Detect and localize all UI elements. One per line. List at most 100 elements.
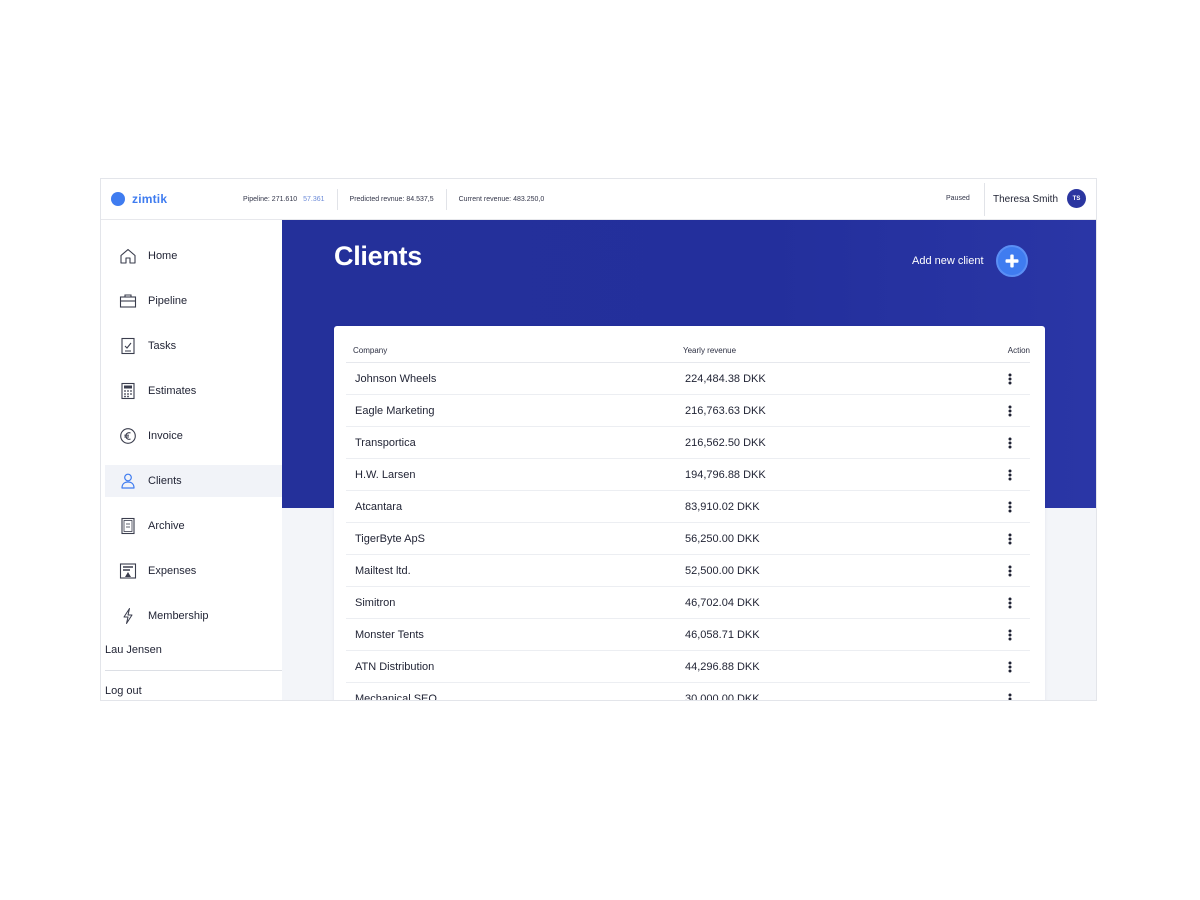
sidebar-item-membership[interactable]: Membership [105, 600, 282, 632]
header-action: Action [1007, 346, 1030, 355]
table-row[interactable]: Transportica 216,562.50 DKK [346, 427, 1030, 459]
header-company[interactable]: Company [353, 346, 387, 355]
yearly-revenue: 56,250.00 DKK [685, 533, 760, 545]
sidebar-item-label: Estimates [148, 385, 197, 397]
logo-text: zimtik [132, 192, 168, 206]
more-options-icon[interactable] [1002, 563, 1018, 579]
company-name[interactable]: Johnson Wheels [355, 373, 436, 385]
plus-icon[interactable] [995, 245, 1028, 277]
lightning-icon [123, 608, 133, 624]
table-header: Company Yearly revenue Action [346, 344, 1030, 363]
sidebar-item-label: Membership [148, 610, 209, 622]
more-options-icon[interactable] [1002, 435, 1018, 451]
sidebar-item-estimates[interactable]: Estimates [105, 375, 282, 407]
table-row[interactable]: Atcantara 83,910.02 DKK [346, 491, 1030, 523]
yearly-revenue: 46,058.71 DKK [685, 629, 760, 641]
sidebar-item-clients[interactable]: Clients [105, 465, 282, 497]
company-name[interactable]: Atcantara [355, 501, 402, 513]
status-badge: Paused [946, 195, 970, 202]
sidebar-item-label: Pipeline [148, 295, 188, 307]
table-row[interactable]: Mailtest ltd. 52,500.00 DKK [346, 555, 1030, 587]
company-name[interactable]: H.W. Larsen [355, 469, 416, 481]
more-options-icon[interactable] [1002, 371, 1018, 387]
more-options-icon[interactable] [1002, 627, 1018, 643]
sidebar-item-label: Invoice [148, 430, 183, 442]
more-options-icon[interactable] [1002, 659, 1018, 675]
more-options-icon[interactable] [1002, 531, 1018, 547]
yearly-revenue: 30,000.00 DKK [685, 693, 760, 701]
yearly-revenue: 194,796.88 DKK [685, 469, 766, 481]
yearly-revenue: 216,763.63 DKK [685, 405, 766, 417]
header-yearly-revenue[interactable]: Yearly revenue [683, 346, 736, 355]
yearly-revenue: 46,702.04 DKK [685, 597, 760, 609]
yearly-revenue: 83,910.02 DKK [685, 501, 760, 513]
pipeline-stat: Pipeline: 271.610 57.361 [243, 189, 337, 210]
company-name[interactable]: ATN Distribution [355, 661, 434, 673]
company-name[interactable]: TigerByte ApS [355, 533, 425, 545]
sidebar-item-tasks[interactable]: Tasks [105, 330, 282, 362]
sidebar-item-pipeline[interactable]: Pipeline [105, 285, 282, 317]
yearly-revenue: 216,562.50 DKK [685, 437, 766, 449]
revenue-stats: Pipeline: 271.610 57.361 Predicted revnu… [243, 189, 556, 210]
sidebar-item-invoice[interactable]: Invoice [105, 420, 282, 452]
more-options-icon[interactable] [1002, 499, 1018, 515]
sidebar-item-label: Clients [148, 475, 182, 487]
sidebar-divider [105, 670, 282, 671]
add-new-client-label: Add new client [912, 255, 984, 267]
sidebar-item-home[interactable]: Home [105, 240, 282, 272]
company-name[interactable]: Mailtest ltd. [355, 565, 411, 577]
home-icon [120, 248, 136, 264]
company-name[interactable]: Mechanical SEO [355, 693, 437, 700]
yearly-revenue: 224,484.38 DKK [685, 373, 766, 385]
company-name[interactable]: Transportica [355, 437, 416, 449]
sidebar-item-archive[interactable]: Archive [105, 510, 282, 542]
briefcase-icon [119, 294, 137, 308]
current-revenue-value: Current revenue: 483.250,0 [458, 196, 545, 203]
pipeline-value: Pipeline: 271.610 [243, 196, 298, 203]
app-window: zimtik Pipeline: 271.610 57.361 Predicte… [100, 178, 1097, 701]
table-row[interactable]: Monster Tents 46,058.71 DKK [346, 619, 1030, 651]
table-row[interactable]: Johnson Wheels 224,484.38 DKK [346, 363, 1030, 395]
company-name[interactable]: Monster Tents [355, 629, 424, 641]
yearly-revenue: 44,296.88 DKK [685, 661, 760, 673]
predicted-revenue-stat: Predicted revnue: 84.537,5 [336, 189, 446, 210]
more-options-icon[interactable] [1002, 467, 1018, 483]
clients-table-card: Company Yearly revenue Action Johnson Wh… [334, 326, 1045, 701]
logo-dot-icon [111, 192, 125, 206]
more-options-icon[interactable] [1002, 595, 1018, 611]
company-name[interactable]: Simitron [355, 597, 395, 609]
table-row[interactable]: Simitron 46,702.04 DKK [346, 587, 1030, 619]
company-name[interactable]: Eagle Marketing [355, 405, 435, 417]
main-content: Clients Add new client Company Yearly re… [282, 220, 1096, 701]
sidebar: Home Pipeline Tasks Estimates Invoice Cl… [101, 220, 282, 700]
sidebar-item-label: Home [148, 250, 178, 262]
pipeline-accent-value: 57.361 [303, 196, 325, 203]
table-body: Johnson Wheels 224,484.38 DKK Eagle Market… [346, 363, 1030, 701]
more-options-icon[interactable] [1002, 691, 1018, 700]
user-divider [984, 183, 985, 216]
logo[interactable]: zimtik [111, 192, 167, 206]
table-row[interactable]: ATN Distribution 44,296.88 DKK [346, 651, 1030, 683]
more-options-icon[interactable] [1002, 403, 1018, 419]
euro-icon [120, 428, 136, 444]
receipt-icon [119, 563, 137, 579]
avatar[interactable]: TS [1067, 189, 1086, 208]
yearly-revenue: 52,500.00 DKK [685, 565, 760, 577]
user-name[interactable]: Theresa Smith [993, 194, 1058, 205]
calculator-icon [121, 382, 135, 400]
sidebar-item-label: Archive [148, 520, 185, 532]
page-title: Clients [334, 241, 422, 271]
archive-icon [121, 517, 135, 535]
sidebar-item-expenses[interactable]: Expenses [105, 555, 282, 587]
predicted-revenue-value: Predicted revnue: 84.537,5 [349, 196, 434, 203]
user-icon [121, 473, 135, 489]
table-row[interactable]: Mechanical SEO 30,000.00 DKK [346, 683, 1030, 701]
logout-link[interactable]: Log out [105, 685, 142, 697]
table-row[interactable]: TigerByte ApS 56,250.00 DKK [346, 523, 1030, 555]
sidebar-item-label: Tasks [148, 340, 177, 352]
table-row[interactable]: H.W. Larsen 194,796.88 DKK [346, 459, 1030, 491]
current-revenue-stat: Current revenue: 483.250,0 [445, 189, 557, 210]
table-row[interactable]: Eagle Marketing 216,763.63 DKK [346, 395, 1030, 427]
add-new-client-button[interactable]: Add new client [912, 245, 1028, 277]
top-bar: zimtik Pipeline: 271.610 57.361 Predicte… [101, 179, 1096, 220]
